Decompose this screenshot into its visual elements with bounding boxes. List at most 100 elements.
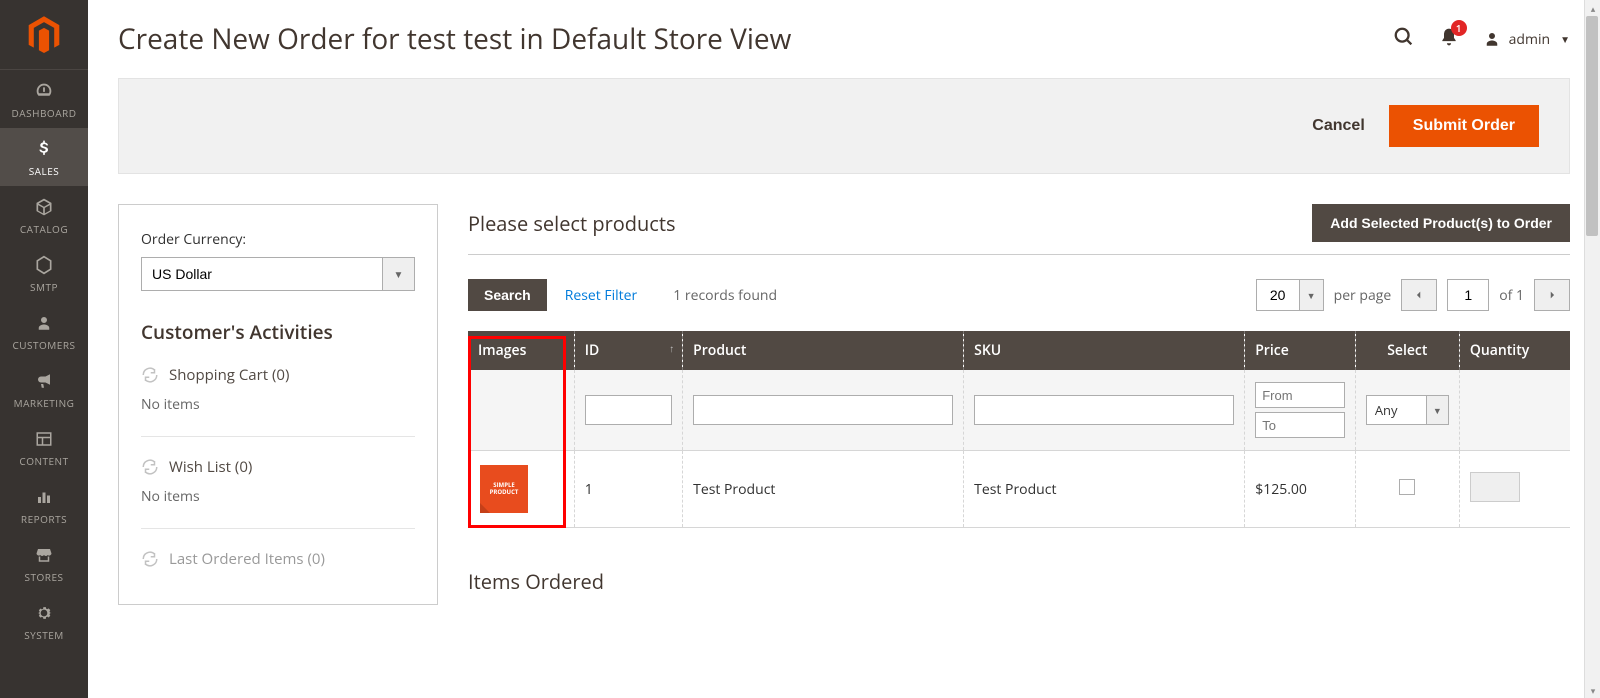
items-ordered-title: Items Ordered bbox=[468, 568, 1570, 595]
activity-label: Shopping Cart (0) bbox=[169, 365, 289, 385]
reset-filter-link[interactable]: Reset Filter bbox=[565, 286, 638, 305]
nav-catalog[interactable]: CATALOG bbox=[0, 186, 88, 244]
nav-label: MARKETING bbox=[14, 396, 75, 410]
nav-dashboard[interactable]: DASHBOARD bbox=[0, 70, 88, 128]
nav-label: CATALOG bbox=[20, 222, 68, 236]
divider bbox=[468, 254, 1570, 255]
gear-icon bbox=[33, 602, 55, 624]
product-thumbnail: SIMPLE PRODUCT bbox=[480, 465, 528, 513]
search-button[interactable]: Search bbox=[468, 279, 547, 311]
page-of-label: of 1 bbox=[1499, 286, 1524, 305]
shopping-cart-section: Shopping Cart (0) bbox=[141, 365, 415, 385]
filter-id[interactable] bbox=[585, 395, 672, 425]
sort-arrow-icon: ↑ bbox=[669, 341, 674, 355]
nav-sales[interactable]: SALES bbox=[0, 128, 88, 186]
notification-bell[interactable]: 1 bbox=[1439, 26, 1459, 52]
divider bbox=[141, 436, 415, 437]
per-page-value[interactable] bbox=[1257, 280, 1299, 310]
bar-chart-icon bbox=[33, 486, 55, 508]
scrollbar-thumb[interactable] bbox=[1586, 16, 1598, 236]
filter-sku[interactable] bbox=[974, 395, 1234, 425]
chevron-down-icon[interactable]: ▼ bbox=[1426, 396, 1448, 424]
col-label: ID bbox=[585, 341, 600, 360]
chevron-down-icon[interactable]: ▼ bbox=[382, 258, 414, 290]
refresh-icon[interactable] bbox=[141, 550, 159, 568]
box-icon bbox=[33, 196, 55, 218]
activities-title: Customer's Activities bbox=[141, 319, 415, 345]
nav-smtp[interactable]: SMTP bbox=[0, 244, 88, 302]
cancel-button[interactable]: Cancel bbox=[1312, 117, 1364, 135]
per-page-label: per page bbox=[1334, 286, 1392, 305]
megaphone-icon bbox=[33, 370, 55, 392]
nav-label: DASHBOARD bbox=[12, 106, 77, 120]
page-title: Create New Order for test test in Defaul… bbox=[118, 20, 791, 58]
nav-reports[interactable]: REPORTS bbox=[0, 476, 88, 534]
scrollbar-down-arrow[interactable]: ▾ bbox=[1585, 682, 1600, 698]
cell-product: Test Product bbox=[683, 451, 964, 528]
nav-marketing[interactable]: MARKETING bbox=[0, 360, 88, 418]
product-row: SIMPLE PRODUCT 1 Test Product Test Produ… bbox=[468, 451, 1570, 528]
filter-select[interactable]: Any ▼ bbox=[1366, 395, 1449, 425]
scrollbar-up-arrow[interactable]: ▴ bbox=[1585, 0, 1600, 16]
main-content: Create New Order for test test in Defaul… bbox=[88, 0, 1600, 698]
select-value: Any bbox=[1367, 396, 1426, 424]
nav-label: SALES bbox=[29, 164, 60, 178]
nav-label: STORES bbox=[25, 570, 64, 584]
currency-value[interactable] bbox=[142, 258, 382, 290]
refresh-icon[interactable] bbox=[141, 366, 159, 384]
hexagon-icon bbox=[33, 254, 55, 276]
nav-label: SYSTEM bbox=[24, 628, 64, 642]
chevron-down-icon[interactable]: ▼ bbox=[1299, 280, 1323, 310]
person-icon bbox=[33, 312, 55, 334]
nav-stores[interactable]: STORES bbox=[0, 534, 88, 592]
nav-customers[interactable]: CUSTOMERS bbox=[0, 302, 88, 360]
filter-price-to[interactable] bbox=[1255, 412, 1345, 438]
activity-label: Last Ordered Items (0) bbox=[169, 549, 325, 569]
nav-content[interactable]: CONTENT bbox=[0, 418, 88, 476]
divider bbox=[141, 528, 415, 529]
filter-price-from[interactable] bbox=[1255, 382, 1345, 408]
no-items-text: No items bbox=[141, 487, 415, 506]
products-grid: Images ID ↑ Product SKU Price Select Quan… bbox=[468, 331, 1570, 528]
wishlist-section: Wish List (0) bbox=[141, 457, 415, 477]
chevron-down-icon: ▼ bbox=[1560, 32, 1570, 46]
user-icon bbox=[1483, 30, 1501, 48]
currency-label: Order Currency: bbox=[141, 230, 415, 249]
col-select[interactable]: Select bbox=[1355, 331, 1459, 370]
activity-label: Wish List (0) bbox=[169, 457, 252, 477]
col-sku[interactable]: SKU bbox=[964, 331, 1245, 370]
nav-label: REPORTS bbox=[21, 512, 67, 526]
nav-label: CUSTOMERS bbox=[12, 338, 75, 352]
next-page-button[interactable] bbox=[1534, 279, 1570, 311]
cell-sku: Test Product bbox=[964, 451, 1245, 528]
col-price[interactable]: Price bbox=[1245, 331, 1356, 370]
submit-order-button[interactable]: Submit Order bbox=[1389, 105, 1539, 147]
refresh-icon[interactable] bbox=[141, 458, 159, 476]
select-products-title: Please select products bbox=[468, 210, 676, 237]
products-panel: Please select products Add Selected Prod… bbox=[468, 204, 1570, 605]
per-page-select[interactable]: ▼ bbox=[1256, 279, 1324, 311]
currency-select[interactable]: ▼ bbox=[141, 257, 415, 291]
gauge-icon bbox=[33, 80, 55, 102]
cell-price: $125.00 bbox=[1245, 451, 1356, 528]
scrollbar[interactable]: ▴ ▾ bbox=[1584, 0, 1600, 698]
magento-logo[interactable] bbox=[0, 0, 88, 70]
qty-input[interactable] bbox=[1470, 472, 1520, 502]
col-id[interactable]: ID ↑ bbox=[574, 331, 682, 370]
col-qty[interactable]: Quantity bbox=[1459, 331, 1570, 370]
col-images[interactable]: Images bbox=[468, 331, 574, 370]
page-actions: Cancel Submit Order bbox=[118, 78, 1570, 174]
notification-badge: 1 bbox=[1451, 20, 1467, 36]
page-input[interactable] bbox=[1447, 279, 1489, 311]
user-menu[interactable]: admin ▼ bbox=[1483, 30, 1570, 49]
no-items-text: No items bbox=[141, 395, 415, 414]
nav-system[interactable]: SYSTEM bbox=[0, 592, 88, 650]
filter-product[interactable] bbox=[693, 395, 953, 425]
admin-sidebar: DASHBOARD SALES CATALOG SMTP CUSTOMERS M… bbox=[0, 0, 88, 698]
prev-page-button[interactable] bbox=[1401, 279, 1437, 311]
dollar-icon bbox=[33, 138, 55, 160]
add-selected-products-button[interactable]: Add Selected Product(s) to Order bbox=[1312, 204, 1570, 242]
col-product[interactable]: Product bbox=[683, 331, 964, 370]
search-icon[interactable] bbox=[1393, 26, 1415, 52]
row-checkbox[interactable] bbox=[1399, 479, 1415, 495]
